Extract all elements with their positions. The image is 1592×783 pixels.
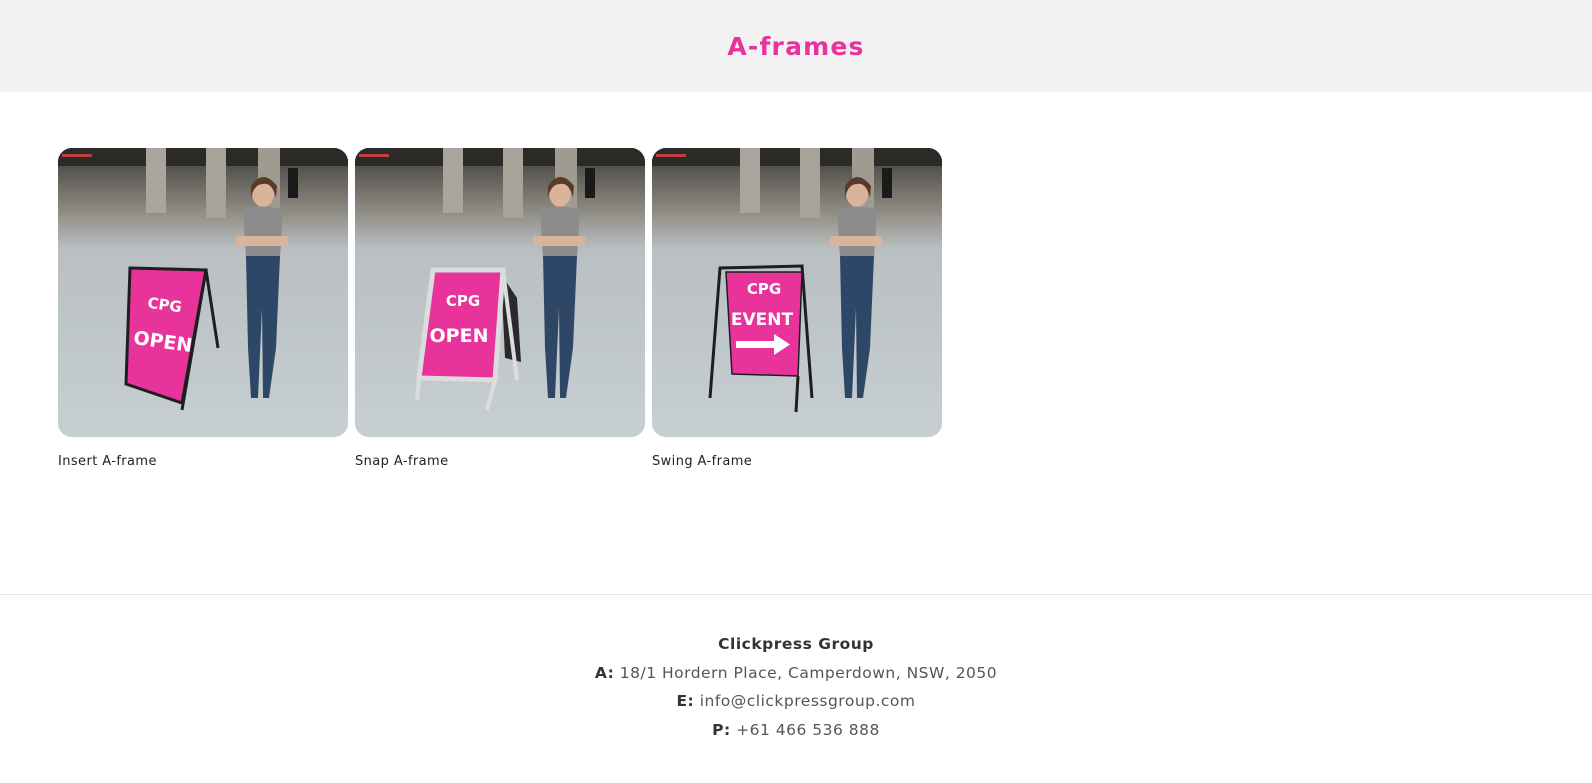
product-card-insert-a-frame[interactable]: CPG OPEN Insert A-frame: [58, 148, 348, 469]
footer-phone: P: +61 466 536 888: [0, 716, 1592, 745]
sign-brand: CPG: [446, 292, 480, 310]
product-image[interactable]: CPG OPEN: [355, 148, 645, 437]
footer-company-name: Clickpress Group: [718, 635, 874, 653]
phone-link[interactable]: +61 466 536 888: [736, 721, 880, 739]
footer-divider: [0, 594, 1592, 595]
product-name[interactable]: Swing A-frame: [652, 454, 752, 469]
address-value: 18/1 Hordern Place, Camperdown, NSW, 205…: [619, 663, 998, 682]
product-image[interactable]: CPG OPEN: [58, 148, 348, 437]
product-image[interactable]: CPG EVENT: [652, 148, 942, 437]
page-header: A-frames: [0, 0, 1592, 92]
page-title: A-frames: [727, 31, 865, 61]
sign-text: OPEN: [430, 325, 489, 347]
sign-brand: CPG: [747, 280, 781, 298]
footer-address: A: 18/1 Hordern Place, Camperdown, NSW, …: [0, 659, 1592, 688]
footer-email: E: info@clickpressgroup.com: [0, 687, 1592, 716]
phone-label: P:: [712, 720, 731, 739]
email-label: E:: [676, 692, 695, 710]
product-card-swing-a-frame[interactable]: CPG EVENT Swing A-frame: [652, 148, 942, 469]
email-link[interactable]: info@clickpressgroup.com: [700, 692, 916, 710]
address-label: A:: [594, 663, 615, 682]
product-name[interactable]: Snap A-frame: [355, 454, 449, 469]
product-card-snap-a-frame[interactable]: CPG OPEN Snap A-frame: [355, 148, 645, 469]
product-name[interactable]: Insert A-frame: [58, 454, 157, 469]
footer: Clickpress Group A: 18/1 Hordern Place, …: [0, 630, 1592, 744]
sign-text: EVENT: [731, 310, 794, 330]
